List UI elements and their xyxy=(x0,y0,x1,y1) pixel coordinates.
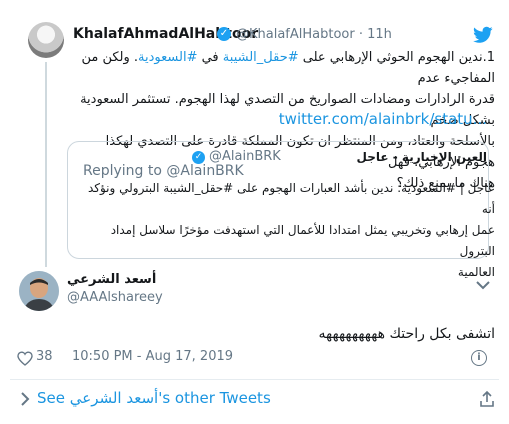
reply-author-avatar[interactable] xyxy=(19,271,59,311)
tweet-text-part: 1.ندين الهجوم الحوثي الإرهابي على xyxy=(298,50,495,65)
tweet-text-part: في xyxy=(197,50,223,65)
chevron-down-icon[interactable] xyxy=(473,278,493,292)
author-handle-time[interactable]: @KhalafAlHabtoor · 11h xyxy=(236,27,392,42)
replying-to: Replying to @AlainBRK xyxy=(83,163,244,179)
see-name: أسعد الشرعي xyxy=(69,389,159,407)
timestamp[interactable]: 10:50 PM - Aug 17, 2019 xyxy=(72,349,233,364)
see-prefix: See xyxy=(37,389,70,407)
reply-text: اتشفى بكل راحتك هههههههههه xyxy=(318,326,495,342)
info-icon[interactable]: i xyxy=(471,350,487,366)
thread-line xyxy=(45,62,47,267)
like-count[interactable]: 38 xyxy=(36,349,53,364)
quoted-text-line: عاجل | #السعودية: ندين بأشد العبارات اله… xyxy=(87,181,495,216)
reply-author-handle[interactable]: @AAAlshareey xyxy=(67,290,163,305)
divider xyxy=(10,379,499,380)
quoted-author-handle[interactable]: @AlainBRK xyxy=(209,149,281,164)
reply-author-name[interactable]: أسعد الشرعي xyxy=(67,272,156,287)
hashtag-link[interactable]: #السعودية xyxy=(138,50,197,65)
quoted-text-line: عمل إرهابي وتخريبي يمثل امتدادا للأعمال … xyxy=(110,223,495,258)
quoted-author-name[interactable]: العين الإخبارية - عاجل xyxy=(357,150,487,164)
heart-icon[interactable] xyxy=(17,351,33,366)
verified-badge-icon: ✓ xyxy=(217,27,231,41)
chevron-right-icon xyxy=(21,392,30,406)
see-suffix: 's other Tweets xyxy=(158,389,271,407)
hashtag-link[interactable]: #حقل_الشيبة xyxy=(223,50,299,65)
quoted-tweet-text: عاجل | #السعودية: ندين بأشد العبارات اله… xyxy=(85,178,495,283)
author-avatar[interactable] xyxy=(28,22,64,58)
share-icon[interactable] xyxy=(478,390,496,408)
tweet-link[interactable]: twitter.com/alainbrk/statu... xyxy=(279,110,487,128)
see-other-tweets-link[interactable]: See أسعد الشرعي's other Tweets xyxy=(37,389,271,407)
twitter-bird-icon[interactable] xyxy=(473,26,493,44)
